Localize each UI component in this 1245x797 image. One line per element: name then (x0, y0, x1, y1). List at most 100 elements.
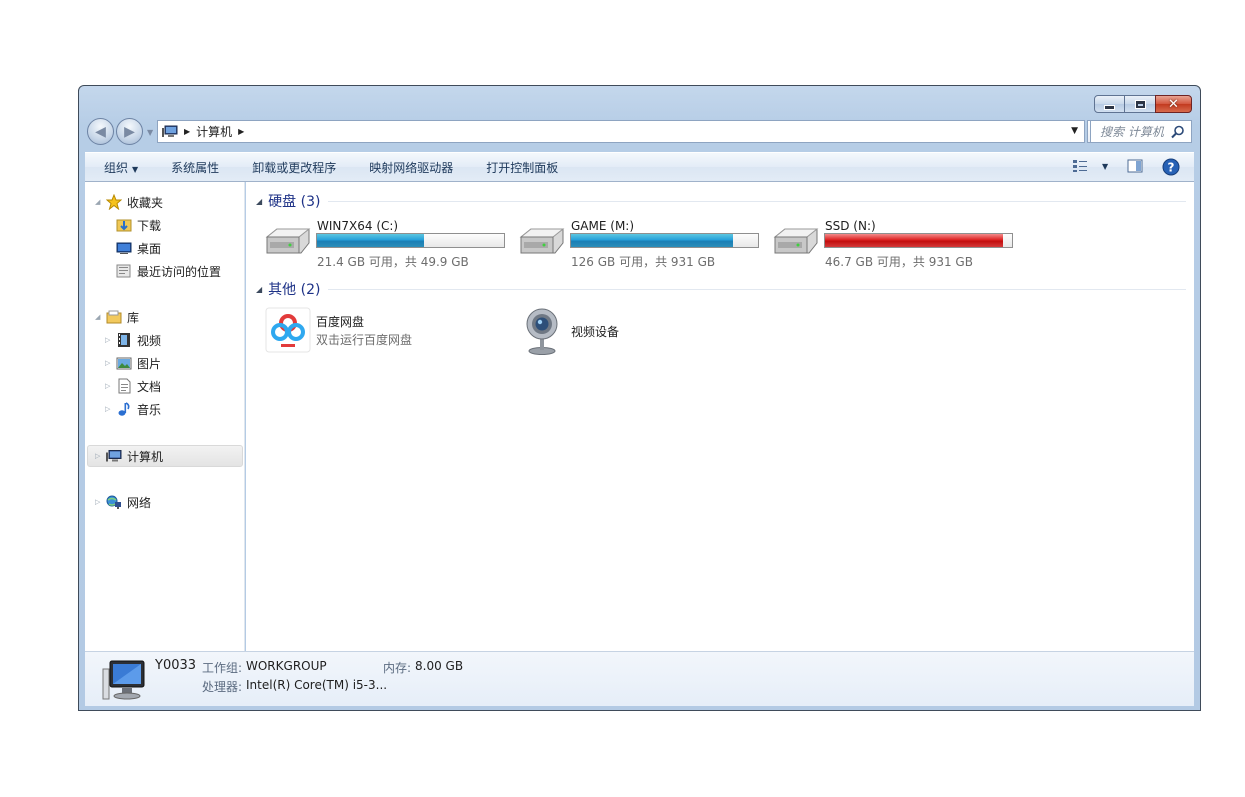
pictures-icon (115, 355, 133, 371)
details-pane: Y0033 工作组: WORKGROUP 内存: 8.00 GB 处理器: In… (85, 651, 1194, 706)
baidu-netdisk-item[interactable]: 百度网盘 双击运行百度网盘 (265, 305, 495, 355)
baidu-netdisk-description: 双击运行百度网盘 (316, 333, 413, 347)
memory-value: 8.00 GB (415, 659, 464, 673)
group-header-other[interactable]: ◢ 其他 (2) (256, 279, 1186, 299)
nav-pictures[interactable]: ▷ 图片 (105, 353, 161, 373)
nav-libraries[interactable]: ◢ 库 (95, 307, 139, 327)
nav-network[interactable]: ▷ 网络 (95, 492, 151, 512)
forward-arrow-icon: ▶ (124, 123, 135, 140)
close-icon: ✕ (1168, 96, 1179, 112)
expand-arrow-icon[interactable]: ▷ (105, 336, 115, 344)
nav-recent-places[interactable]: 最近访问的位置 (115, 261, 221, 281)
expand-arrow-icon[interactable]: ▷ (105, 405, 115, 413)
nav-computer-label: 计算机 (127, 449, 164, 464)
workgroup-value: WORKGROUP (246, 659, 327, 673)
expand-arrow-icon[interactable]: ◢ (95, 198, 105, 206)
computer-name: Y0033 (155, 658, 197, 673)
baidu-netdisk-icon (265, 307, 311, 353)
nav-favorites[interactable]: ◢ 收藏夹 (95, 192, 163, 212)
video-device-item[interactable]: 视频设备 (519, 305, 719, 355)
nav-videos[interactable]: ▷ 视频 (105, 330, 161, 350)
help-button[interactable]: ? (1162, 158, 1180, 176)
nav-downloads[interactable]: 下载 (115, 215, 161, 235)
view-options-icon (1073, 160, 1087, 172)
group-title-other: 其他 (2) (268, 282, 321, 298)
expand-arrow-icon[interactable]: ▷ (95, 452, 105, 460)
star-icon (105, 194, 123, 210)
address-dropdown-icon[interactable]: ▼ (1071, 126, 1078, 136)
expand-arrow-icon[interactable]: ◢ (95, 313, 105, 321)
libraries-icon (105, 309, 123, 325)
nav-desktop-label: 桌面 (137, 241, 162, 256)
preview-pane-icon (1127, 159, 1143, 173)
breadcrumb-separator-icon[interactable]: ▶ (184, 127, 190, 136)
webcam-icon (526, 308, 558, 355)
drive-item[interactable]: GAME (M:) 126 GB 可用，共 931 GB (517, 219, 767, 269)
change-view-button[interactable]: ▼ (1072, 159, 1108, 173)
nav-music[interactable]: ▷ 音乐 (105, 399, 161, 419)
drive-name: SSD (N:) (825, 219, 876, 233)
drive-usage-fill (317, 234, 424, 247)
drive-item[interactable]: WIN7X64 (C:) 21.4 GB 可用，共 49.9 GB (263, 219, 513, 269)
caption-buttons: ✕ (1094, 95, 1192, 113)
maximize-icon (1134, 99, 1146, 109)
chevron-down-icon: ▼ (1102, 161, 1109, 171)
forward-button[interactable]: ▶ (116, 118, 143, 145)
nav-recent-label: 最近访问的位置 (137, 264, 222, 279)
explorer-window: ✕ ◀ ▶ ▼ ▶ 计算机 ▶ ▼ 搜索 计算机 组织 ▼ 系统属性 卸载或更改… (78, 85, 1201, 711)
organize-menu[interactable]: 组织 ▼ (85, 159, 153, 176)
drive-usage-fill (571, 234, 733, 247)
collapse-arrow-icon[interactable]: ◢ (256, 285, 262, 294)
documents-icon (115, 378, 133, 394)
expand-arrow-icon[interactable]: ▷ (105, 382, 115, 390)
videos-icon (115, 332, 133, 348)
group-header-hard-drives[interactable]: ◢ 硬盘 (3) (256, 191, 1186, 211)
expand-arrow-icon[interactable]: ▷ (95, 498, 105, 506)
search-placeholder: 搜索 计算机 (1100, 125, 1164, 139)
recent-pages-dropdown[interactable]: ▼ (147, 128, 153, 137)
nav-downloads-label: 下载 (137, 218, 162, 233)
nav-pictures-label: 图片 (137, 356, 162, 371)
processor-label: 处理器: (202, 680, 243, 694)
drive-space-info: 126 GB 可用，共 931 GB (571, 255, 716, 269)
help-icon: ? (1162, 158, 1180, 176)
computer-icon (105, 448, 123, 464)
system-properties-button[interactable]: 系统属性 (153, 159, 234, 176)
nav-desktop[interactable]: 桌面 (115, 238, 161, 258)
group-divider (328, 288, 1186, 290)
search-icon (1171, 125, 1184, 139)
map-network-drive-button[interactable]: 映射网络驱动器 (351, 159, 468, 176)
hard-drive-icon (773, 228, 819, 254)
nav-favorites-label: 收藏夹 (127, 195, 164, 210)
maximize-button[interactable] (1124, 95, 1156, 113)
drive-usage-bar (824, 233, 1013, 248)
drive-item[interactable]: SSD (N:) 46.7 GB 可用，共 931 GB (771, 219, 1021, 269)
open-control-panel-button[interactable]: 打开控制面板 (468, 159, 573, 176)
nav-documents[interactable]: ▷ 文档 (105, 376, 161, 396)
nav-buttons: ◀ ▶ (87, 118, 145, 146)
back-button[interactable]: ◀ (87, 118, 114, 145)
content-pane: ◢ 硬盘 (3) WIN7X64 (C:) 21.4 GB 可用，共 49.9 … (246, 182, 1194, 651)
memory-label: 内存: (383, 661, 412, 675)
collapse-arrow-icon[interactable]: ◢ (256, 197, 262, 206)
breadcrumb-separator-icon[interactable]: ▶ (238, 127, 244, 136)
nav-videos-label: 视频 (137, 333, 162, 348)
preview-pane-button[interactable] (1127, 159, 1143, 173)
uninstall-program-button[interactable]: 卸载或更改程序 (234, 159, 351, 176)
back-arrow-icon: ◀ (95, 123, 106, 140)
minimize-button[interactable] (1094, 95, 1125, 113)
breadcrumb-computer[interactable]: 计算机 (196, 123, 232, 140)
hard-drive-icon (519, 228, 565, 254)
drive-name: GAME (M:) (571, 219, 635, 233)
nav-libraries-label: 库 (127, 310, 140, 325)
nav-computer[interactable]: ▷ 计算机 (95, 446, 163, 466)
search-input[interactable]: 搜索 计算机 (1090, 120, 1192, 143)
nav-documents-label: 文档 (137, 379, 162, 394)
chevron-down-icon: ▼ (132, 164, 139, 174)
drive-space-info: 46.7 GB 可用，共 931 GB (825, 255, 973, 269)
close-button[interactable]: ✕ (1155, 95, 1192, 113)
network-icon (105, 494, 123, 510)
address-bar[interactable]: ▶ 计算机 ▶ ▼ (157, 120, 1085, 143)
expand-arrow-icon[interactable]: ▷ (105, 359, 115, 367)
drive-name: WIN7X64 (C:) (317, 219, 399, 233)
